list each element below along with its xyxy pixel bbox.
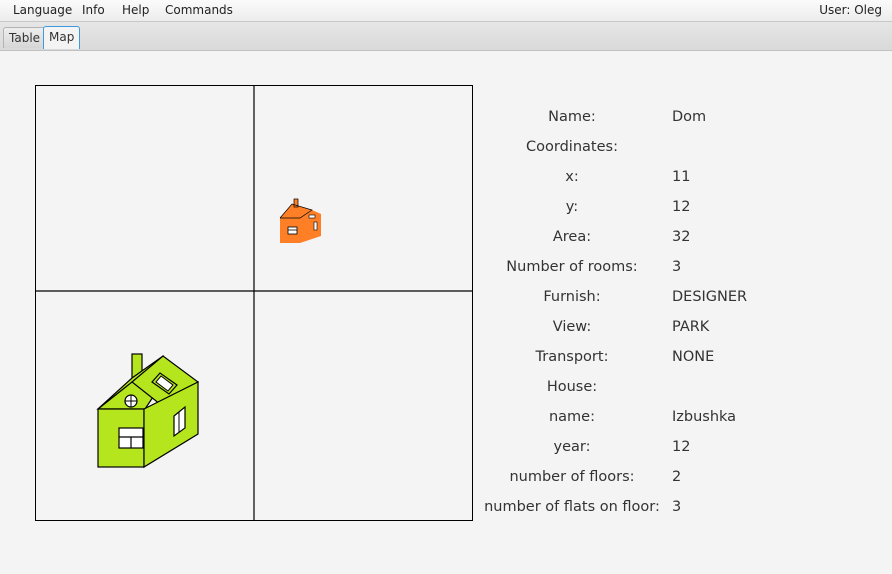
detail-label: Area: <box>552 229 592 245</box>
detail-label: name: <box>548 409 595 425</box>
detail-label: number of flats on floor: <box>484 499 660 515</box>
large-house-icon[interactable] <box>96 353 199 469</box>
detail-label: number of floors: <box>509 469 635 485</box>
detail-label: x: <box>565 169 579 185</box>
detail-value: 12 <box>672 439 691 455</box>
menu-help[interactable]: Help <box>122 3 149 17</box>
map-canvas[interactable] <box>35 85 473 521</box>
small-house-icon[interactable] <box>279 198 321 243</box>
detail-value: 11 <box>672 169 691 185</box>
detail-label: year: <box>553 439 591 455</box>
current-user-label: User: Oleg <box>819 3 882 17</box>
detail-value: DESIGNER <box>672 289 748 305</box>
detail-value: Izbushka <box>672 409 737 425</box>
detail-label: Name: <box>548 109 596 125</box>
tab-map[interactable]: Map <box>43 26 81 49</box>
detail-label: Transport: <box>535 349 609 365</box>
detail-label: View: <box>552 319 592 335</box>
detail-value: PARK <box>672 319 710 335</box>
map-drawing <box>36 86 472 520</box>
menu-info[interactable]: Info <box>82 3 105 17</box>
detail-label: Furnish: <box>543 289 601 305</box>
detail-value: 12 <box>672 199 691 215</box>
detail-value: Dom <box>672 109 707 125</box>
detail-value: NONE <box>672 349 715 365</box>
tab-table[interactable]: Table <box>3 27 47 48</box>
menu-commands[interactable]: Commands <box>165 3 233 17</box>
detail-label: Coordinates: <box>526 139 618 155</box>
detail-label: Number of rooms: <box>506 259 638 275</box>
tab-strip: Table Map <box>0 22 892 51</box>
detail-label: House: <box>546 379 598 395</box>
detail-label: y: <box>565 199 579 215</box>
detail-value: 2 <box>672 469 682 485</box>
menu-language[interactable]: Language <box>13 3 72 17</box>
detail-value: 3 <box>672 499 682 515</box>
detail-value: 32 <box>672 229 691 245</box>
detail-value: 3 <box>672 259 682 275</box>
menu-bar: Language Info Help Commands User: Oleg <box>0 0 892 22</box>
